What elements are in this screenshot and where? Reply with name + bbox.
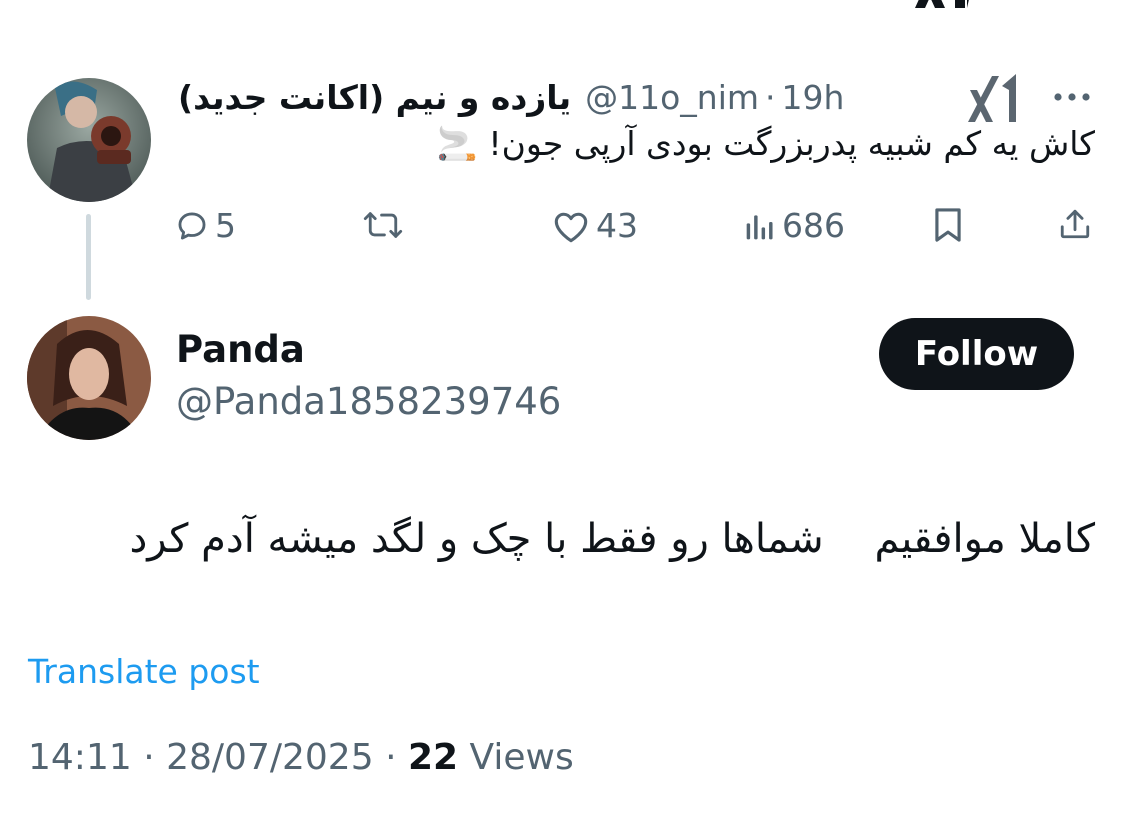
follow-button[interactable]: Follow xyxy=(879,318,1074,390)
more-options-icon[interactable] xyxy=(1050,82,1094,112)
parent-tweet-header: یازده و نیم (اکانت جدید) @11o_nim · 19h xyxy=(178,72,844,122)
reply-handle[interactable]: @Panda1858239746 xyxy=(176,380,561,423)
parent-tweet-text: کاش یه کم شبیه پدربزرگت بودی آرپی جون! 🚬 xyxy=(436,124,1095,163)
tweet-date[interactable]: 28/07/2025 xyxy=(166,737,374,778)
reply-avatar[interactable] xyxy=(27,316,151,440)
analytics-icon xyxy=(744,209,776,243)
meta-separator-1: · xyxy=(143,737,155,778)
reply-display-name[interactable]: Panda xyxy=(176,328,305,371)
bookmark-action[interactable] xyxy=(932,206,964,244)
tweet-meta-line: 14:11 · 28/07/2025 · 22 Views xyxy=(28,737,574,778)
meta-separator-2: · xyxy=(385,737,397,778)
parent-separator: · xyxy=(765,77,776,117)
reply-count: 5 xyxy=(215,206,236,245)
heart-icon xyxy=(552,209,590,243)
parent-display-name[interactable]: یازده و نیم (اکانت جدید) xyxy=(178,78,571,117)
parent-avatar[interactable] xyxy=(27,78,151,202)
reply-action[interactable]: 5 xyxy=(175,206,236,245)
parent-handle[interactable]: @11o_nim xyxy=(585,78,759,117)
translate-post-link[interactable]: Translate post xyxy=(28,652,260,691)
tweet-views-count: 22 xyxy=(407,737,459,778)
views-action[interactable]: 686 xyxy=(744,206,845,245)
reply-icon xyxy=(175,209,209,243)
share-action[interactable] xyxy=(1058,206,1092,242)
tweet-views-label[interactable]: Views xyxy=(470,737,574,778)
share-icon xyxy=(1058,206,1092,242)
reply-tweet-text: کاملا موافقیم شماها رو فقط با چک و لگد م… xyxy=(129,516,1095,562)
xai-logo-fragment-icon xyxy=(905,0,985,8)
retweet-action[interactable] xyxy=(362,208,410,242)
like-action[interactable]: 43 xyxy=(552,206,638,245)
parent-timestamp[interactable]: 19h xyxy=(782,78,845,117)
tweet-action-bar: 5 43 686 xyxy=(0,204,1125,250)
views-count: 686 xyxy=(782,206,845,245)
retweet-icon xyxy=(362,208,404,242)
bookmark-icon xyxy=(932,206,964,244)
xai-logo-icon xyxy=(966,72,1022,124)
like-count: 43 xyxy=(596,206,638,245)
tweet-time[interactable]: 14:11 xyxy=(28,737,132,778)
